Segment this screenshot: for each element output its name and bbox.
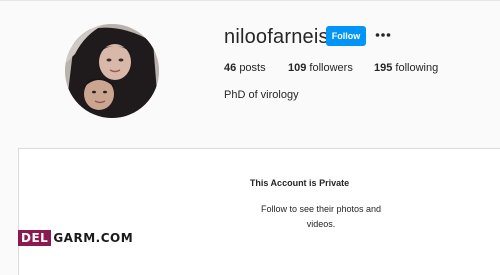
watermark-part2: GARM.COM	[53, 231, 134, 245]
following-stat[interactable]: 195 following	[374, 62, 438, 74]
followers-stat[interactable]: 109 followers	[288, 62, 353, 74]
private-subtitle: Follow to see their photos and videos.	[260, 204, 382, 229]
posts-stat: 46 posts	[224, 62, 266, 74]
watermark-logo: DEL GARM.COM	[18, 230, 133, 246]
followers-count: 109	[288, 62, 307, 74]
bio: PhD of virology	[224, 89, 299, 101]
username: niloofarneisi	[224, 26, 334, 48]
follow-button[interactable]: Follow	[326, 26, 366, 46]
following-count: 195	[374, 62, 393, 74]
profile-photo-icon	[65, 24, 159, 118]
watermark-part1: DEL	[18, 230, 52, 246]
profile-page: niloofarneisi Follow 46 posts 109 follow…	[0, 0, 500, 275]
top-divider	[0, 0, 500, 1]
posts-count: 46	[224, 62, 237, 74]
avatar[interactable]	[65, 24, 159, 118]
private-title: This Account is Private	[249, 178, 350, 188]
ellipsis-icon[interactable]	[375, 30, 391, 40]
following-label: following	[395, 62, 439, 74]
private-account-card: This Account is Private Follow to see th…	[18, 148, 500, 275]
followers-label: followers	[309, 62, 353, 74]
posts-label: posts	[239, 62, 266, 74]
